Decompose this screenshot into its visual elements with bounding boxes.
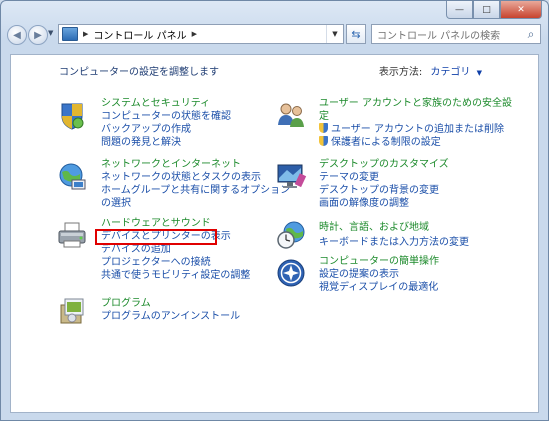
link-check-computer-status[interactable]: コンピューターの状態を確認 (101, 110, 231, 123)
category-ease-of-access[interactable]: コンピューターの簡単操作 (319, 255, 439, 268)
address-dropdown-icon[interactable]: ▼ (326, 25, 343, 43)
view-by-dropdown[interactable]: カテゴリ (430, 67, 470, 78)
programs-box-icon[interactable] (56, 295, 88, 327)
link-homegroup-sharing-cont[interactable]: の選択 (101, 197, 290, 210)
search-box[interactable]: コントロール パネルの検索 ⌕ (371, 24, 541, 44)
minimize-button[interactable]: — (446, 1, 473, 19)
ease-of-access-icon[interactable] (275, 257, 307, 289)
printer-icon[interactable] (56, 219, 88, 251)
link-optimize-display[interactable]: 視覚ディスプレイの最適化 (319, 281, 439, 294)
control-panel-window: — □ ✕ ◀ ▶ ▼ ▶ コントロール パネル ▶ ▼ ⇆ コントロール パネ… (0, 0, 549, 421)
users-icon[interactable] (275, 99, 307, 131)
search-icon[interactable]: ⌕ (522, 27, 540, 42)
category-user-accounts-cont[interactable]: 定 (319, 110, 512, 123)
category-system-security[interactable]: システムとセキュリティ (101, 97, 231, 110)
maximize-button[interactable]: □ (473, 1, 500, 19)
category-desktop-customize[interactable]: デスクトップのカスタマイズ (319, 158, 449, 171)
clock-globe-icon[interactable] (275, 219, 307, 251)
link-mobility-settings[interactable]: 共通で使うモビリティ設定の調整 (101, 269, 250, 282)
forward-arrow-icon: ▶ (34, 29, 42, 41)
recent-pages-dropdown[interactable]: ▼ (48, 29, 53, 37)
forward-button[interactable]: ▶ (28, 25, 48, 45)
breadcrumb-control-panel[interactable]: コントロール パネル (93, 27, 186, 42)
link-add-remove-accounts[interactable]: ユーザー アカウントの追加または削除 (319, 123, 512, 136)
refresh-icon: ⇆ (351, 27, 361, 41)
breadcrumb-chevron-icon[interactable]: ▶ (192, 30, 197, 38)
link-change-theme[interactable]: テーマの変更 (319, 171, 449, 184)
link-homegroup-sharing[interactable]: ホームグループと共有に関するオプション (101, 184, 290, 197)
view-by-label: 表示方法: (378, 67, 423, 78)
view-by: 表示方法: カテゴリ ▼ (379, 63, 482, 78)
link-change-background[interactable]: デスクトップの背景の変更 (319, 184, 449, 197)
refresh-button[interactable]: ⇆ (346, 24, 366, 44)
content-pane: コンピューターの設定を調整します 表示方法: カテゴリ ▼ システムとセキュリテ… (10, 54, 539, 413)
category-user-accounts[interactable]: ユーザー アカウントと家族のための安全設 (319, 97, 512, 110)
link-parental-controls[interactable]: 保護者による制限の設定 (319, 136, 512, 149)
link-adjust-resolution[interactable]: 画面の解像度の調整 (319, 197, 449, 210)
back-arrow-icon: ◀ (13, 29, 21, 41)
link-create-backup[interactable]: バックアップの作成 (101, 123, 231, 136)
back-button[interactable]: ◀ (7, 25, 27, 45)
control-panel-icon (62, 27, 78, 41)
highlight-box (95, 229, 217, 245)
link-find-fix-problems[interactable]: 問題の発見と解決 (101, 136, 231, 149)
desktop-appearance-icon[interactable] (275, 160, 307, 192)
network-globe-icon[interactable] (56, 160, 88, 192)
link-connect-projector[interactable]: プロジェクターへの接続 (101, 256, 250, 269)
link-get-recommendations[interactable]: 設定の提案の表示 (319, 268, 439, 281)
link-network-status[interactable]: ネットワークの状態とタスクの表示 (101, 171, 290, 184)
window-controls: — □ ✕ (446, 1, 542, 19)
close-button[interactable]: ✕ (500, 1, 542, 19)
address-bar[interactable]: ▶ コントロール パネル ▶ ▼ (58, 24, 344, 44)
breadcrumb-chevron-icon[interactable]: ▶ (83, 30, 88, 38)
category-network-internet[interactable]: ネットワークとインターネット (101, 158, 290, 171)
shield-security-icon[interactable] (56, 99, 88, 131)
link-change-keyboard[interactable]: キーボードまたは入力方法の変更 (319, 236, 469, 249)
category-clock-language-region[interactable]: 時計、言語、および地域 (319, 221, 469, 234)
link-uninstall-program[interactable]: プログラムのアンインストール (101, 310, 240, 323)
chevron-down-icon[interactable]: ▼ (477, 69, 482, 77)
page-title: コンピューターの設定を調整します (59, 67, 219, 78)
search-input[interactable]: コントロール パネルの検索 (377, 27, 522, 42)
category-programs[interactable]: プログラム (101, 297, 240, 310)
